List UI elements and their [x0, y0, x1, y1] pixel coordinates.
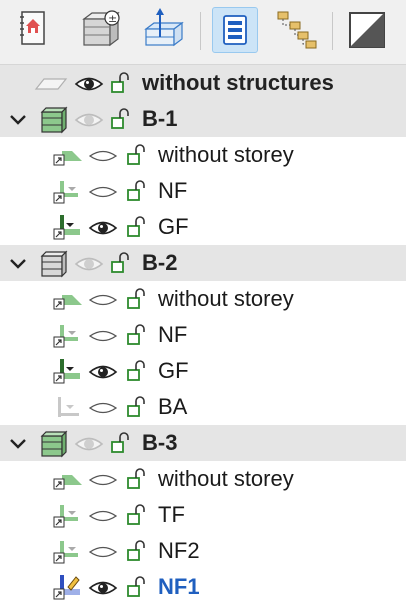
storey-basement-icon [58, 397, 79, 417]
chevron-down-icon[interactable] [8, 434, 28, 454]
hierarchy-folders-icon [277, 11, 317, 49]
diagonal-split-icon [349, 12, 385, 48]
row-label: without storey [158, 142, 294, 167]
row-label: GF [158, 214, 189, 239]
row-label: BA [158, 394, 188, 419]
lock-open-icon[interactable] [110, 252, 132, 274]
eye-closed-icon[interactable] [88, 181, 118, 203]
storey-ground-icon [53, 359, 80, 384]
lock-open-icon[interactable] [126, 576, 148, 598]
storey-side-icon [53, 541, 78, 564]
tree-row-storey-ba[interactable]: BA [0, 389, 406, 425]
lock-open-icon[interactable] [126, 288, 148, 310]
row-label: GF [158, 358, 189, 383]
eye-icon[interactable] [74, 73, 104, 95]
storey-current-icon [53, 575, 80, 600]
tree-row-storey-without-storey[interactable]: without storey [0, 461, 406, 497]
row-label: without storey [158, 466, 294, 491]
row-label: B-2 [142, 250, 178, 275]
tree-row-building-b-3[interactable]: B-3 [0, 425, 406, 461]
eye-icon[interactable] [88, 361, 118, 383]
tree-row-storey-nf2[interactable]: NF2 [0, 533, 406, 569]
row-label: NF [158, 322, 188, 347]
row-label: NF [158, 178, 188, 203]
tree-row-storey-nf[interactable]: NF [0, 173, 406, 209]
storey-ramp-icon [53, 151, 82, 166]
tree-row-storey-gf[interactable]: GF [0, 353, 406, 389]
building-green-icon [40, 430, 68, 458]
eye-icon[interactable] [88, 217, 118, 239]
list-view-button[interactable] [212, 7, 258, 53]
lock-open-icon[interactable] [126, 180, 148, 202]
house-notebook-icon [20, 11, 45, 45]
lock-open-icon[interactable] [126, 144, 148, 166]
plane-icon [34, 78, 68, 90]
svg-text:±: ± [108, 12, 117, 25]
storey-side-icon [53, 505, 78, 528]
storey-settings-icon: ± [82, 10, 120, 47]
tree-row-building-b-1[interactable]: B-1 [0, 101, 406, 137]
lock-open-icon[interactable] [126, 504, 148, 526]
lock-open-icon[interactable] [110, 432, 132, 454]
tree-row-storey-nf1[interactable]: NF1 [0, 569, 406, 605]
row-label: without storey [158, 286, 294, 311]
eye-hidden-icon[interactable] [74, 109, 104, 131]
house-notebook-button[interactable] [10, 7, 56, 53]
row-label: without structures [142, 70, 334, 95]
lock-open-icon[interactable] [126, 216, 148, 238]
eye-closed-icon[interactable] [88, 469, 118, 491]
storey-side-icon [53, 181, 78, 204]
eye-closed-icon[interactable] [88, 397, 118, 419]
list-view-icon [223, 15, 247, 45]
toolbar: ± [0, 0, 406, 65]
eye-hidden-icon[interactable] [74, 253, 104, 275]
building-axis-icon [144, 8, 184, 47]
hierarchy-folders-button[interactable] [272, 7, 318, 53]
tree-row-storey-without-storey[interactable]: without storey [0, 137, 406, 173]
eye-closed-icon[interactable] [88, 505, 118, 527]
storey-ramp-icon [53, 475, 82, 490]
row-label: NF1 [158, 574, 200, 599]
tree-row-without-structures[interactable]: without structures [0, 65, 406, 101]
lock-open-icon[interactable] [126, 324, 148, 346]
storey-side-icon [53, 325, 78, 348]
tree-row-building-b-2[interactable]: B-2 [0, 245, 406, 281]
storey-settings-button[interactable]: ± [78, 7, 124, 53]
tree-row-storey-tf[interactable]: TF [0, 497, 406, 533]
building-axis-button[interactable] [140, 7, 186, 53]
lock-open-icon[interactable] [110, 108, 132, 130]
row-label: B-1 [142, 106, 178, 131]
diagonal-split-button[interactable] [344, 7, 390, 53]
eye-closed-icon[interactable] [88, 145, 118, 167]
tree-row-storey-gf[interactable]: GF [0, 209, 406, 245]
row-label: NF2 [158, 538, 200, 563]
lock-open-icon[interactable] [126, 396, 148, 418]
storey-ramp-icon [53, 295, 82, 310]
lock-open-icon[interactable] [126, 360, 148, 382]
row-label: TF [158, 502, 185, 527]
storey-ground-icon [53, 215, 80, 240]
eye-closed-icon[interactable] [88, 325, 118, 347]
lock-open-icon[interactable] [126, 468, 148, 490]
eye-hidden-icon[interactable] [74, 433, 104, 455]
eye-closed-icon[interactable] [88, 289, 118, 311]
tree-row-storey-nf[interactable]: NF [0, 317, 406, 353]
building-grey-icon [40, 250, 68, 278]
tree-row-storey-without-storey[interactable]: without storey [0, 281, 406, 317]
lock-open-icon[interactable] [126, 540, 148, 562]
lock-open-icon[interactable] [110, 72, 132, 94]
eye-closed-icon[interactable] [88, 541, 118, 563]
chevron-down-icon[interactable] [8, 110, 28, 130]
eye-icon[interactable] [88, 577, 118, 599]
chevron-down-icon[interactable] [8, 254, 28, 274]
row-label: B-3 [142, 430, 178, 455]
building-green-icon [40, 106, 68, 134]
